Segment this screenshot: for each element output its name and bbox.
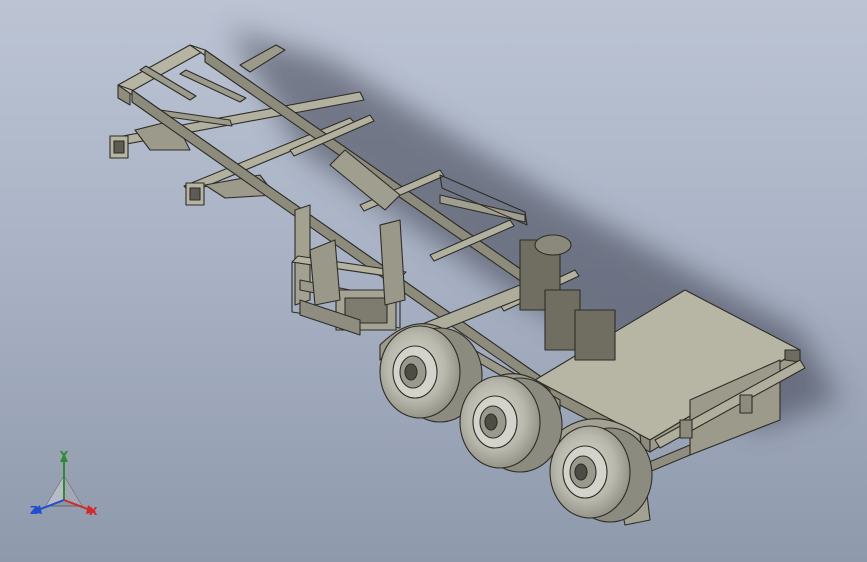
triad-x-label: X [89,505,98,518]
graphics-viewport[interactable]: Y X Z [0,0,867,562]
landing-gear [291,204,407,336]
wheel-axle-2 [459,375,563,473]
wheel-axle-3 [549,425,653,523]
triad-y-label: Y [60,449,68,462]
trailer-chassis-model[interactable] [0,0,867,562]
triad-z-label: Z [30,504,38,517]
